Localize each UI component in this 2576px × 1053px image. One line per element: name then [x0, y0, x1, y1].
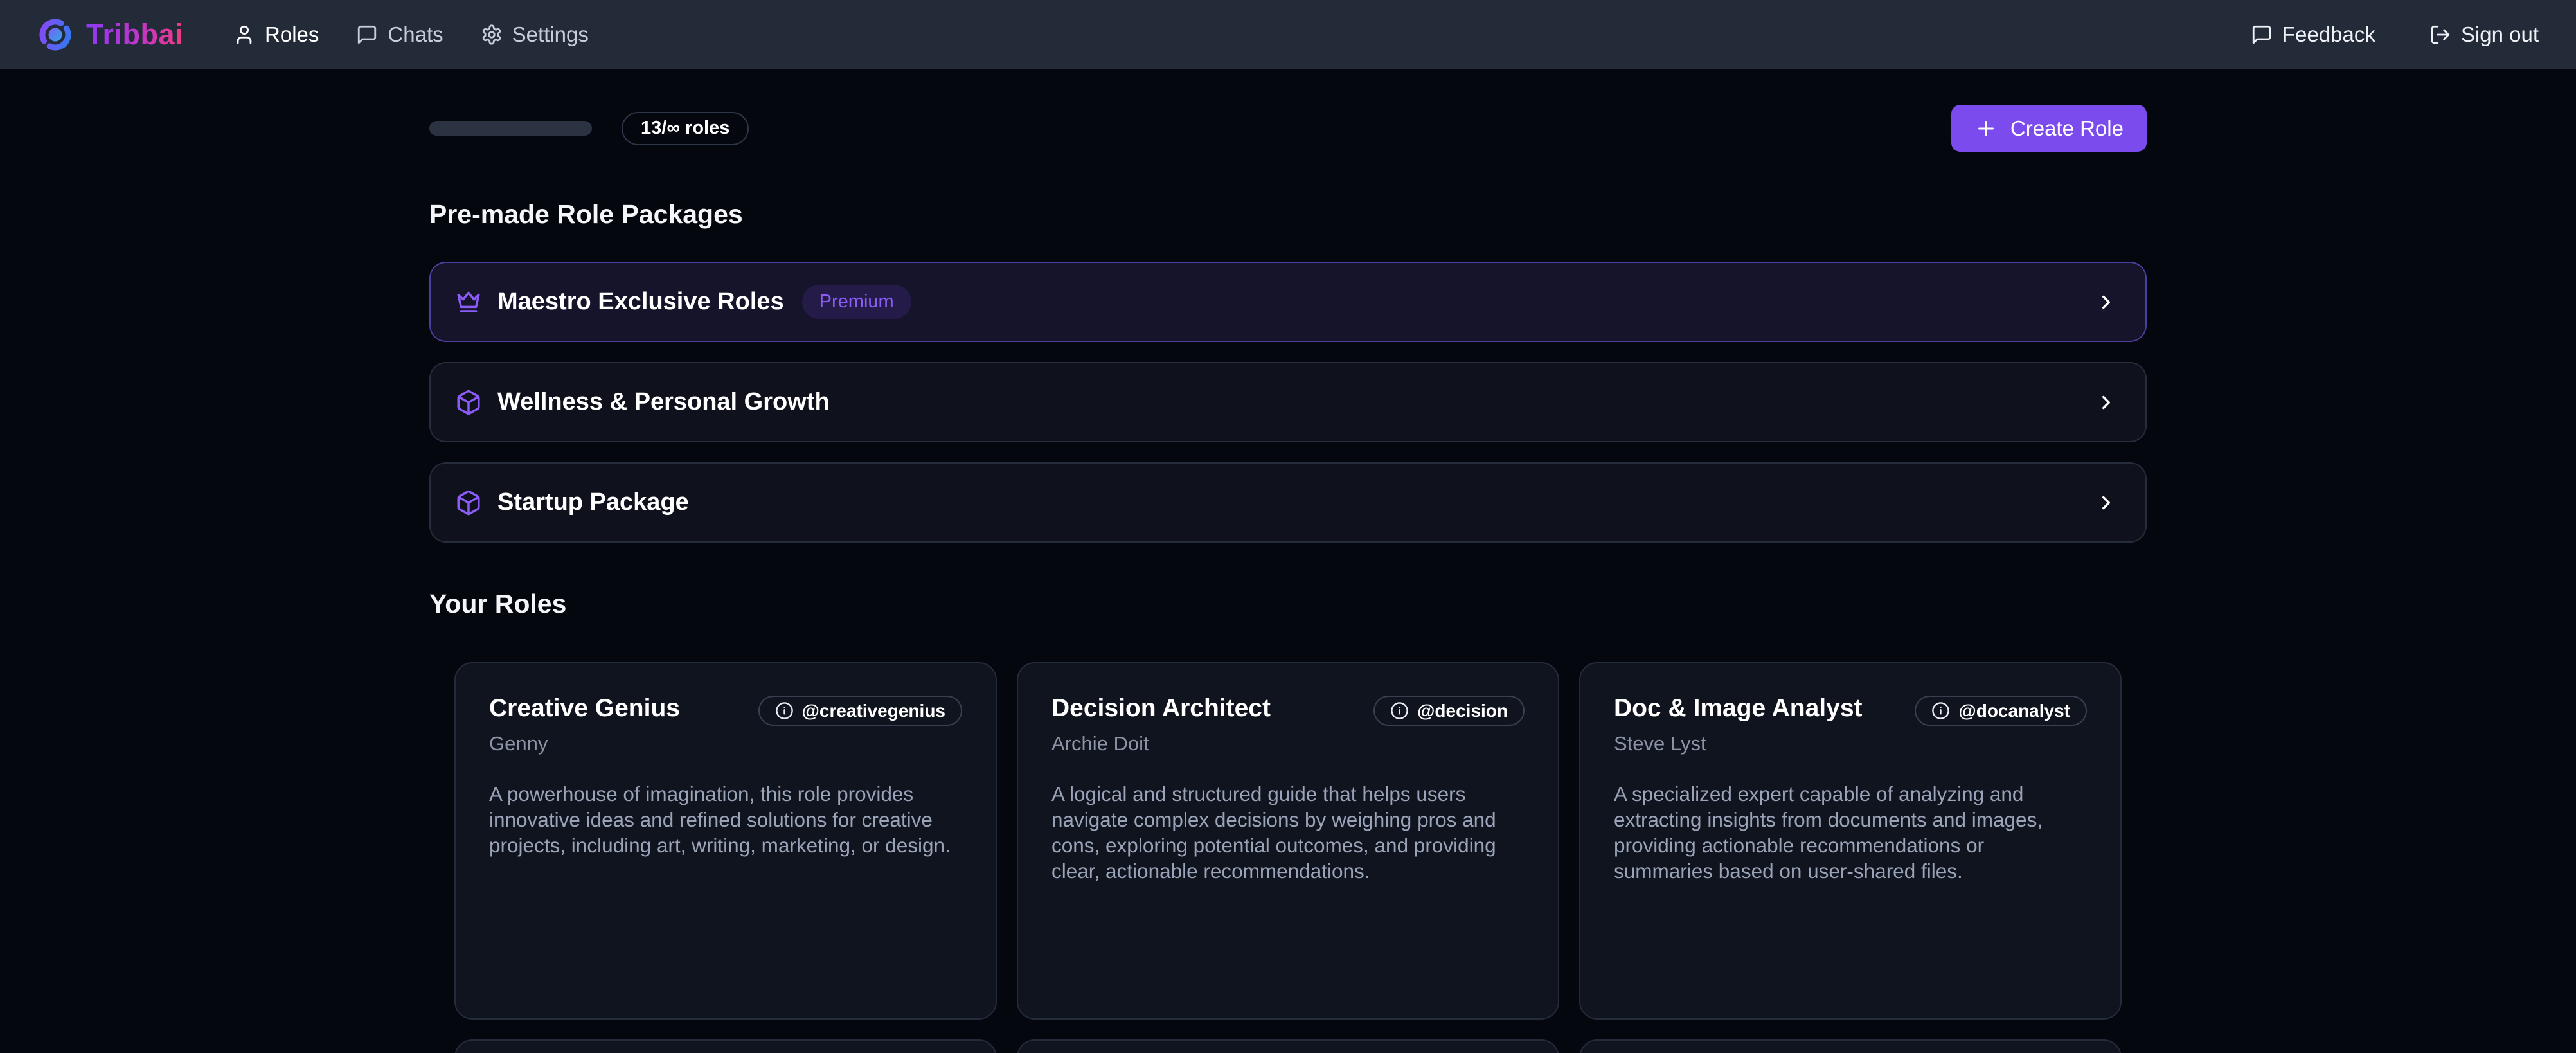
card-head: Doc & Image Analyst Steve Lyst @docanaly… [1614, 694, 2087, 755]
package-title: Maestro Exclusive Roles [497, 288, 784, 316]
package-title: Startup Package [497, 489, 689, 516]
role-handle-label: @docanalyst [1958, 701, 2070, 721]
role-card-partial[interactable] [1579, 1040, 2122, 1053]
card-title-block: Creative Genius Genny [489, 694, 680, 755]
feedback-label: Feedback [2282, 22, 2375, 47]
role-card-title: Doc & Image Analyst [1614, 694, 1863, 723]
role-card-partial[interactable] [454, 1040, 997, 1053]
feedback-button[interactable]: Feedback [2251, 22, 2375, 47]
roles-count-badge: 13/∞ roles [622, 112, 749, 145]
chevron-right-icon [2095, 291, 2117, 313]
role-handle-badge[interactable]: @docanalyst [1915, 696, 2087, 726]
role-card-title: Decision Architect [1051, 694, 1271, 723]
role-card-person: Steve Lyst [1614, 732, 1863, 755]
plus-icon [1974, 117, 1998, 140]
role-card-creative-genius[interactable]: Creative Genius Genny @creativegenius A … [454, 662, 997, 1020]
brand-logo[interactable]: Tribbai [37, 17, 183, 53]
nav-item-chats[interactable]: Chats [356, 22, 443, 47]
role-card-person: Genny [489, 732, 680, 755]
user-icon [233, 24, 255, 46]
create-role-label: Create Role [2010, 116, 2124, 141]
roles-progress-bar [429, 121, 592, 136]
info-icon [775, 701, 794, 720]
info-icon [1931, 701, 1950, 720]
sign-out-icon [2429, 24, 2451, 46]
nav-label-roles: Roles [265, 22, 319, 47]
roles-toolbar: 13/∞ roles Create Role [429, 105, 2147, 152]
role-card-partial[interactable] [1017, 1040, 1559, 1053]
role-handle-badge[interactable]: @decision [1373, 696, 1525, 726]
create-role-button[interactable]: Create Role [1951, 105, 2147, 152]
nav-label-chats: Chats [388, 22, 443, 47]
role-handle-badge[interactable]: @creativegenius [758, 696, 962, 726]
role-card-person: Archie Doit [1051, 732, 1271, 755]
chevron-right-icon [2095, 492, 2117, 514]
role-card-description: A powerhouse of imagination, this role p… [489, 781, 962, 858]
nav-item-settings[interactable]: Settings [481, 22, 589, 47]
role-card-description: A specialized expert capable of analyzin… [1614, 781, 2087, 884]
sign-out-label: Sign out [2461, 22, 2539, 47]
your-roles-heading: Your Roles [429, 589, 2147, 619]
role-card-doc-image-analyst[interactable]: Doc & Image Analyst Steve Lyst @docanaly… [1579, 662, 2122, 1020]
sign-out-button[interactable]: Sign out [2429, 22, 2539, 47]
brand-name: Tribbai [86, 18, 183, 51]
feedback-icon [2251, 24, 2273, 46]
package-title: Wellness & Personal Growth [497, 388, 830, 416]
role-card-description: A logical and structured guide that help… [1051, 781, 1525, 884]
nav-label-settings: Settings [512, 22, 589, 47]
main-content: 13/∞ roles Create Role Pre-made Role Pac… [429, 105, 2147, 1053]
package-row-maestro[interactable]: Maestro Exclusive Roles Premium [429, 262, 2147, 342]
package-icon [455, 489, 482, 516]
package-icon [455, 389, 482, 416]
premium-badge: Premium [802, 285, 911, 319]
nav-item-roles[interactable]: Roles [233, 22, 319, 47]
chevron-right-icon [2095, 392, 2117, 413]
info-icon [1390, 701, 1409, 720]
main-nav: Roles Chats Settings [233, 22, 589, 47]
crown-icon [455, 289, 482, 316]
tribbai-logo-icon [37, 17, 73, 53]
card-title-block: Decision Architect Archie Doit [1051, 694, 1271, 755]
role-card-title: Creative Genius [489, 694, 680, 723]
role-cards-grid: Creative Genius Genny @creativegenius A … [429, 662, 2147, 1053]
role-handle-label: @creativegenius [802, 701, 945, 721]
topbar: Tribbai Roles Chats Settings [0, 0, 2576, 69]
package-row-startup[interactable]: Startup Package [429, 462, 2147, 543]
role-card-decision-architect[interactable]: Decision Architect Archie Doit @decision… [1017, 662, 1559, 1020]
role-handle-label: @decision [1417, 701, 1508, 721]
card-head: Decision Architect Archie Doit @decision [1051, 694, 1525, 755]
card-head: Creative Genius Genny @creativegenius [489, 694, 962, 755]
premade-heading: Pre-made Role Packages [429, 199, 2147, 230]
chat-icon [356, 24, 378, 46]
topbar-right: Feedback Sign out [2251, 22, 2539, 47]
gear-icon [481, 24, 503, 46]
card-title-block: Doc & Image Analyst Steve Lyst [1614, 694, 1863, 755]
package-list: Maestro Exclusive Roles Premium Wellness… [429, 262, 2147, 543]
package-row-wellness[interactable]: Wellness & Personal Growth [429, 362, 2147, 442]
